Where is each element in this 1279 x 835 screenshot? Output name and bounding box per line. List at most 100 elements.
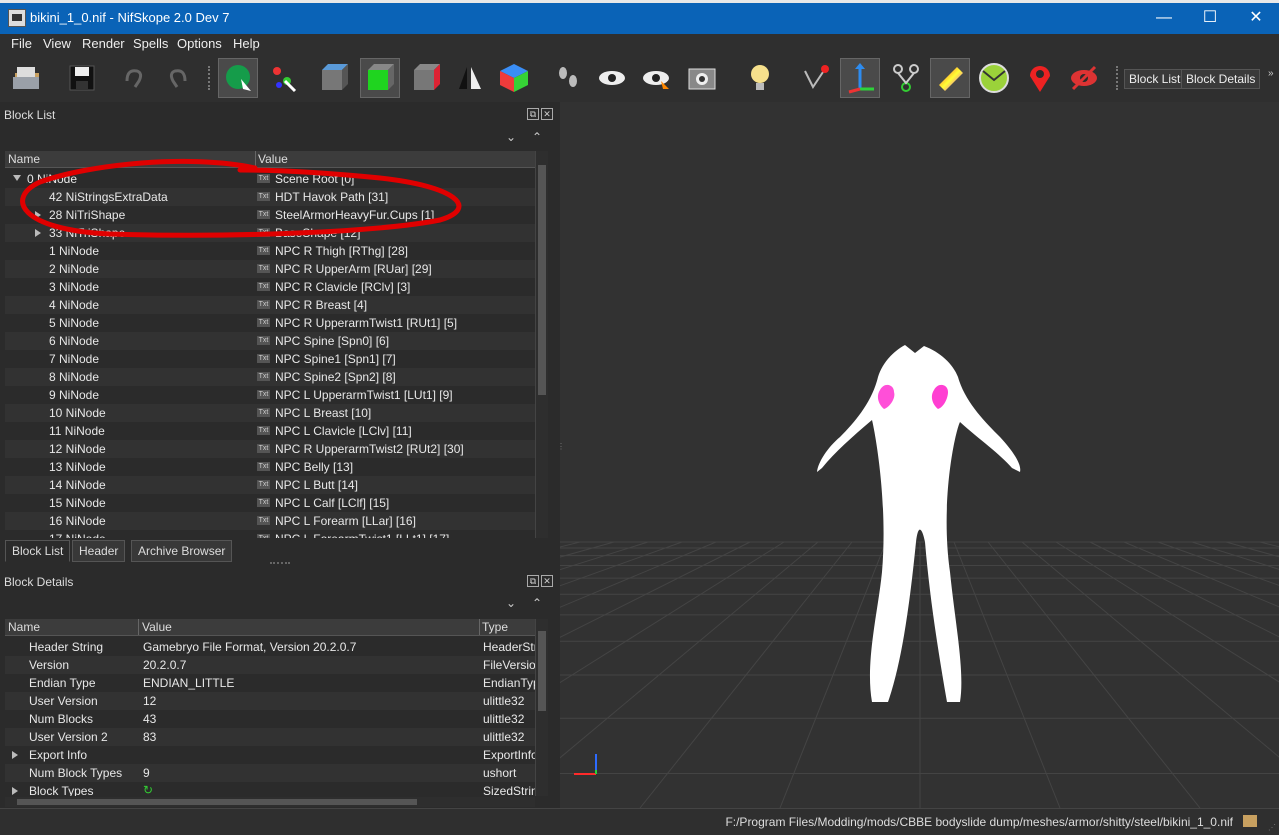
block-list-row[interactable]: 2 NiNode Txt NPC R UpperArm [RUar] [29] xyxy=(5,260,535,278)
show-markers-icon[interactable] xyxy=(636,58,676,98)
hide-icon[interactable] xyxy=(1064,58,1104,98)
block-list-row[interactable]: 7 NiNode Txt NPC Spine1 [Spn1] [7] xyxy=(5,350,535,368)
view-perspective-icon[interactable] xyxy=(494,58,534,98)
view-front-icon[interactable] xyxy=(360,58,400,98)
detail-row[interactable]: Endian Type ENDIAN_LITTLE EndianType xyxy=(5,674,535,692)
undo-icon[interactable] xyxy=(114,58,154,98)
block-details-toggle-button[interactable]: Block Details xyxy=(1181,69,1261,89)
textures-icon[interactable] xyxy=(930,58,970,98)
scrollbar-thumb[interactable] xyxy=(538,165,546,395)
block-list-row[interactable]: 4 NiNode Txt NPC R Breast [4] xyxy=(5,296,535,314)
menu-file[interactable]: File xyxy=(11,36,32,51)
block-details-title: Block Details xyxy=(4,575,74,589)
menu-spells[interactable]: Spells xyxy=(133,36,168,51)
block-list-scrollbar[interactable] xyxy=(535,151,548,538)
detail-row[interactable]: User Version 2 83 ulittle32 xyxy=(5,728,535,746)
view-flip-icon[interactable] xyxy=(450,58,490,98)
toolbar-grip[interactable] xyxy=(208,66,214,90)
toolbar-grip[interactable] xyxy=(1116,66,1122,90)
show-axes-icon[interactable] xyxy=(796,58,836,98)
block-list-toggle-button[interactable]: Block List xyxy=(1124,69,1186,89)
scrollbar-thumb[interactable] xyxy=(538,631,546,711)
block-list-row[interactable]: 16 NiNode Txt NPC L Forearm [LLar] [16] xyxy=(5,512,535,530)
collapse-all-icon[interactable]: ⌄ xyxy=(506,596,516,610)
menu-render[interactable]: Render xyxy=(82,36,125,51)
splitter-handle[interactable]: ⋮ xyxy=(560,442,565,451)
block-list-row[interactable]: 11 NiNode Txt NPC L Clavicle [LClv] [11] xyxy=(5,422,535,440)
view-side-icon[interactable] xyxy=(406,58,446,98)
float-panel-icon[interactable]: ⧉ xyxy=(527,575,539,587)
block-details-vscrollbar[interactable] xyxy=(535,619,548,796)
expand-arrow-icon[interactable] xyxy=(12,787,18,795)
field-value[interactable]: 9 xyxy=(143,766,150,780)
field-value[interactable]: 20.2.0.7 xyxy=(143,658,186,672)
detail-row[interactable]: Export Info ExportInfo xyxy=(5,746,535,764)
refresh-icon[interactable]: ↻ xyxy=(143,783,153,796)
field-value[interactable]: 12 xyxy=(143,694,156,708)
block-list-row[interactable]: 6 NiNode Txt NPC Spine [Spn0] [6] xyxy=(5,332,535,350)
block-list-row[interactable]: 8 NiNode Txt NPC Spine2 [Spn2] [8] xyxy=(5,368,535,386)
detail-row[interactable]: Version 20.2.0.7 FileVersion xyxy=(5,656,535,674)
toolbar-overflow-icon[interactable]: » xyxy=(1268,68,1274,79)
expand-arrow-icon[interactable] xyxy=(12,751,18,759)
block-list-row[interactable]: 3 NiNode Txt NPC R Clavicle [RClv] [3] xyxy=(5,278,535,296)
screenshot-icon[interactable] xyxy=(682,58,722,98)
minimize-button[interactable]: — xyxy=(1141,4,1187,32)
float-panel-icon[interactable]: ⧉ xyxy=(527,108,539,120)
detail-row[interactable]: User Version 12 ulittle32 xyxy=(5,692,535,710)
maximize-button[interactable]: ☐ xyxy=(1187,4,1233,32)
detail-row[interactable]: Num Block Types 9 ushort xyxy=(5,764,535,782)
expand-all-icon[interactable]: ⌃ xyxy=(532,596,542,610)
block-list-row[interactable]: 17 NiNode Txt NPC L ForearmTwist1 [LLt1] [… xyxy=(5,530,535,538)
field-value[interactable]: Gamebryo File Format, Version 20.2.0.7 xyxy=(143,640,356,654)
text-type-icon: Txt xyxy=(257,408,270,417)
collapse-all-icon[interactable]: ⌄ xyxy=(506,130,516,144)
splitter-handle[interactable] xyxy=(270,562,290,564)
body-model[interactable] xyxy=(560,102,1279,808)
select-object-icon[interactable] xyxy=(218,58,258,98)
detail-row[interactable]: Block Types ↻ SizedString xyxy=(5,782,535,796)
field-value[interactable]: 83 xyxy=(143,730,156,744)
save-icon[interactable] xyxy=(62,58,102,98)
block-list-row[interactable]: 13 NiNode Txt NPC Belly [13] xyxy=(5,458,535,476)
block-list-row[interactable]: 10 NiNode Txt NPC L Breast [10] xyxy=(5,404,535,422)
field-value[interactable]: ENDIAN_LITTLE xyxy=(143,676,234,690)
show-nodes-icon[interactable] xyxy=(840,58,880,98)
lighting-icon[interactable] xyxy=(740,58,780,98)
location-pin-icon[interactable] xyxy=(1020,58,1060,98)
tab-block-list[interactable]: Block List xyxy=(5,540,71,562)
block-list-row[interactable]: 14 NiNode Txt NPC L Butt [14] xyxy=(5,476,535,494)
resize-grip-icon[interactable]: ⋰ xyxy=(1268,823,1276,832)
column-header-name[interactable]: Name xyxy=(8,620,40,634)
vertex-colors-icon[interactable] xyxy=(974,58,1014,98)
render-viewport[interactable]: ⋮ xyxy=(560,102,1279,808)
detail-row[interactable]: Num Blocks 43 ulittle32 xyxy=(5,710,535,728)
expand-all-icon[interactable]: ⌃ xyxy=(532,130,542,144)
walk-mode-icon[interactable] xyxy=(548,58,588,98)
tab-archive-browser[interactable]: Archive Browser xyxy=(131,540,233,562)
column-header-type[interactable]: Type xyxy=(482,620,508,634)
app-icon xyxy=(8,9,26,27)
menu-options[interactable]: Options xyxy=(177,36,222,51)
block-details-hscrollbar[interactable] xyxy=(5,797,535,807)
block-list-row[interactable]: 5 NiNode Txt NPC R UpperarmTwist1 [RUt1] [… xyxy=(5,314,535,332)
field-value[interactable]: 43 xyxy=(143,712,156,726)
detail-row[interactable]: Header String Gamebryo File Format, Versi… xyxy=(5,638,535,656)
block-list-row[interactable]: 12 NiNode Txt NPC R UpperarmTwist2 [RUt2] … xyxy=(5,440,535,458)
show-constraints-icon[interactable] xyxy=(886,58,926,98)
redo-icon[interactable] xyxy=(158,58,198,98)
close-panel-icon[interactable]: ✕ xyxy=(541,575,553,587)
menu-help[interactable]: Help xyxy=(233,36,260,51)
close-button[interactable]: ✕ xyxy=(1233,4,1279,32)
show-hidden-icon[interactable] xyxy=(592,58,632,98)
block-list-row[interactable]: 9 NiNode Txt NPC L UpperarmTwist1 [LUt1] [… xyxy=(5,386,535,404)
select-vertex-icon[interactable] xyxy=(262,58,302,98)
open-file-icon[interactable] xyxy=(8,58,48,98)
scrollbar-thumb[interactable] xyxy=(17,799,417,805)
menu-view[interactable]: View xyxy=(43,36,71,51)
block-list-row[interactable]: 15 NiNode Txt NPC L Calf [LClf] [15] xyxy=(5,494,535,512)
close-panel-icon[interactable]: ✕ xyxy=(541,108,553,120)
column-header-value[interactable]: Value xyxy=(142,620,172,634)
view-box-icon[interactable] xyxy=(314,58,354,98)
tab-header[interactable]: Header xyxy=(72,540,126,562)
